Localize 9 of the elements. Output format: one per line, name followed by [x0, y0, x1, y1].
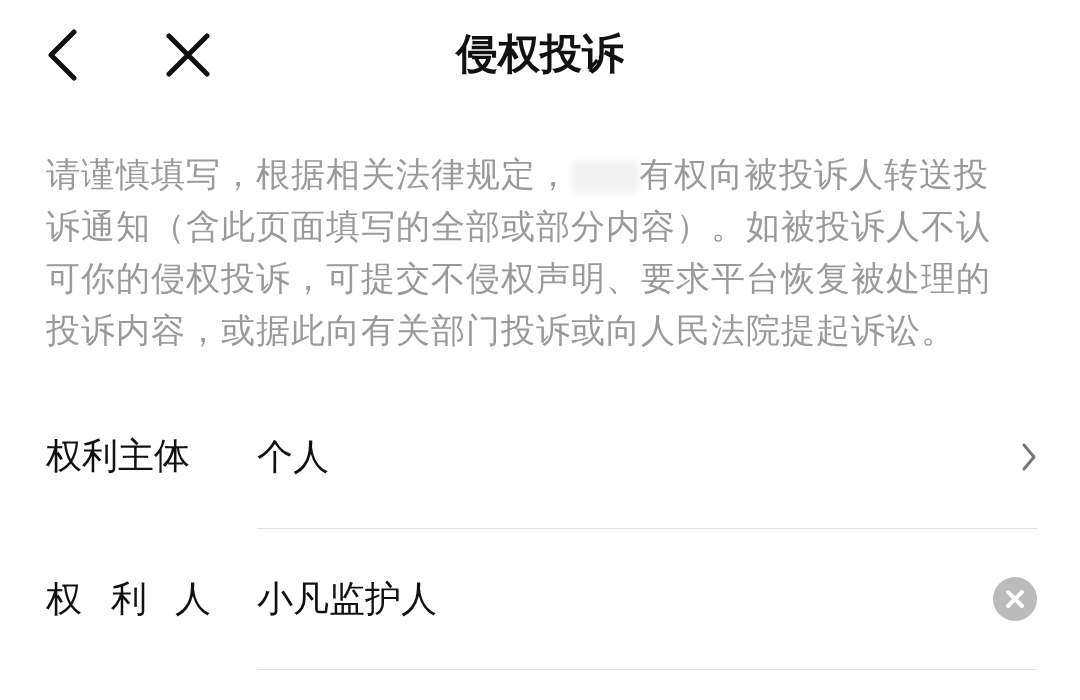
close-button[interactable]	[166, 33, 210, 77]
field-label: 权利主体	[46, 433, 191, 478]
input-field[interactable]: 小凡监护人	[257, 574, 437, 624]
select-field[interactable]: 个人	[257, 432, 329, 482]
page-title: 侵权投诉	[456, 28, 624, 80]
field-label: 权利人	[46, 577, 211, 621]
back-button[interactable]	[46, 29, 80, 81]
chevron-right-icon	[1021, 442, 1037, 472]
notice-text: 请谨慎填写，根据相关法律规定， 有权向被投诉人转送投诉通知（含此页面填写的全部或部分内容）。如被投诉人不认可你的侵权投诉，可提交不侵权声明、要求平台恢复被处理的投诉内容，或据此向有关部门投诉或向人民法院提起诉讼。	[46, 153, 992, 352]
